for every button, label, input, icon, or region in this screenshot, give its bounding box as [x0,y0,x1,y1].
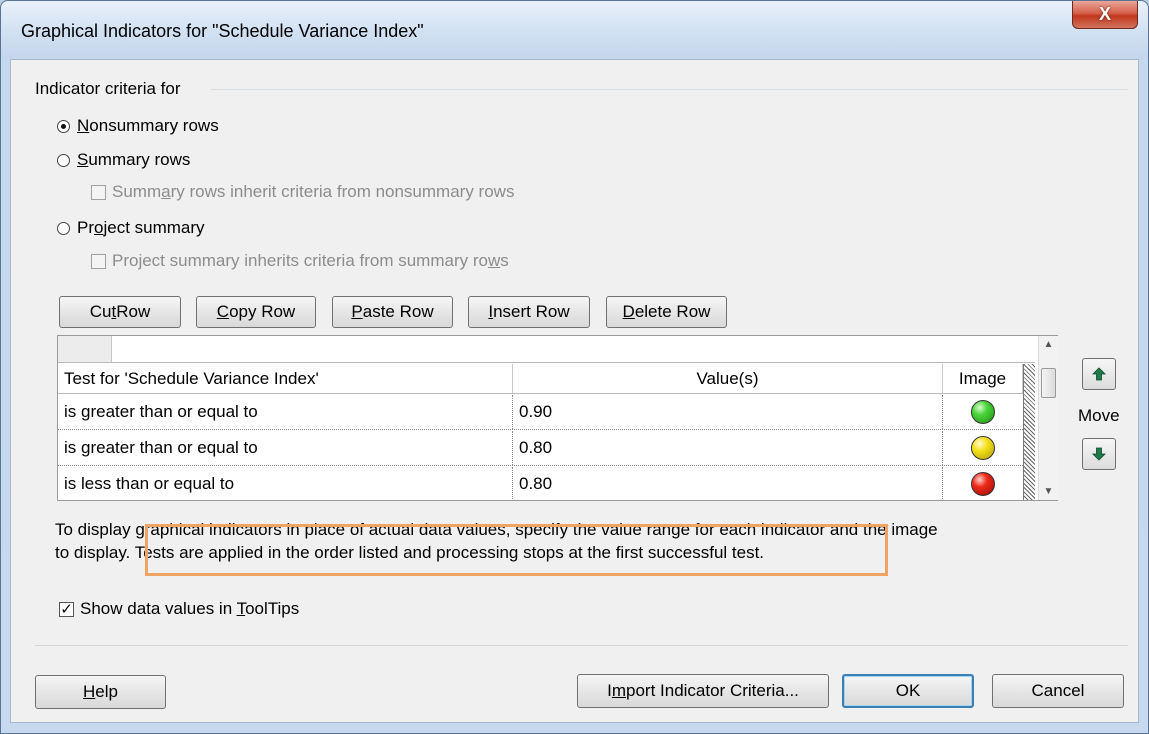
checkbox-unchecked-icon [91,184,106,200]
help-button[interactable]: Help [35,675,166,709]
project-summary-label: Project summary [77,218,205,237]
summary-rows-radio[interactable]: Summary rows [57,150,190,170]
scroll-thumb[interactable] [1041,368,1056,398]
image-cell[interactable] [943,431,1023,465]
column-header-values[interactable]: Value(s) [513,364,943,393]
move-label: Move [1078,406,1120,425]
summary-rows-label: Summary rows [77,150,191,169]
value-cell[interactable]: 0.80 [513,431,943,465]
title-bar[interactable]: Graphical Indicators for "Schedule Varia… [1,1,1148,59]
delete-row-button[interactable]: Delete Row [606,296,727,328]
project-inherit-checkbox[interactable]: Project summary inherits criteria from s… [91,251,509,271]
nonsummary-rows-label: Nonsummary rows [77,116,219,135]
test-cell[interactable]: is greater than or equal to [58,431,513,465]
scroll-up-arrow-icon[interactable]: ▲ [1039,336,1058,353]
move-down-button[interactable] [1082,438,1116,470]
show-tooltips-label: Show data values in ToolTips [80,599,300,618]
indicator-criteria-grid[interactable]: Test for 'Schedule Variance Index' Value… [57,335,1058,501]
arrow-up-icon [1092,367,1106,381]
move-up-button[interactable] [1082,358,1116,390]
test-cell[interactable]: is greater than or equal to [58,395,513,429]
summary-inherit-label: Summary rows inherit criteria from nonsu… [112,182,515,201]
yellow-light-icon [971,436,995,460]
footer-divider [35,645,1128,646]
show-tooltips-checkbox[interactable]: ✓ Show data values in ToolTips [59,599,299,619]
table-row[interactable]: is greater than or equal to 0.90 [58,395,1035,430]
column-header-test[interactable]: Test for 'Schedule Variance Index' [58,364,513,393]
insert-row-button[interactable]: Insert Row [468,296,590,328]
window-title: Graphical Indicators for "Schedule Varia… [21,21,424,41]
grid-corner-cell [58,336,112,362]
paste-row-button[interactable]: Paste Row [332,296,453,328]
radio-unselected-icon [57,153,70,167]
checkbox-checked-icon: ✓ [59,600,74,618]
indicator-criteria-label: Indicator criteria for [35,79,185,99]
close-icon: X [1098,4,1111,24]
red-light-icon [971,472,995,496]
nonsummary-rows-radio[interactable]: Nonsummary rows [57,116,219,136]
annotation-highlight-box [145,524,888,576]
grid-edit-bar[interactable] [58,336,1035,363]
arrow-down-icon [1092,447,1106,461]
project-summary-radio[interactable]: Project summary [57,218,205,238]
grid-vertical-scrollbar[interactable]: ▲ ▼ [1038,336,1058,500]
summary-inherit-checkbox[interactable]: Summary rows inherit criteria from nonsu… [91,182,514,202]
cancel-button[interactable]: Cancel [992,674,1124,708]
scroll-down-arrow-icon[interactable]: ▼ [1039,483,1058,500]
close-button[interactable]: X [1072,1,1138,29]
row-selection-strip [1023,364,1035,500]
image-cell[interactable] [943,467,1023,500]
value-cell[interactable]: 0.90 [513,395,943,429]
green-light-icon [971,400,995,424]
dialog-window: Graphical Indicators for "Schedule Varia… [0,0,1149,734]
value-cell[interactable]: 0.80 [513,467,943,500]
ok-button[interactable]: OK [842,674,974,708]
radio-unselected-icon [57,221,70,235]
group-divider [211,89,1128,90]
import-indicator-criteria-button[interactable]: Im port Indicator Criteria... [577,674,829,708]
project-inherit-label: Project summary inherits criteria from s… [112,251,509,270]
grid-header-row: Test for 'Schedule Variance Index' Value… [58,364,1035,394]
copy-row-button[interactable]: Copy Row [196,296,316,328]
dialog-client-area: Indicator criteria for Nonsummary rows S… [10,59,1139,723]
table-row[interactable]: is less than or equal to 0.80 [58,467,1035,500]
radio-selected-icon [57,119,70,133]
cut-row-button[interactable]: Cu t Row [59,296,181,328]
image-cell[interactable] [943,395,1023,429]
column-header-image[interactable]: Image [943,364,1023,393]
test-cell[interactable]: is less than or equal to [58,467,513,500]
checkbox-unchecked-icon [91,253,106,269]
table-row[interactable]: is greater than or equal to 0.80 [58,431,1035,466]
